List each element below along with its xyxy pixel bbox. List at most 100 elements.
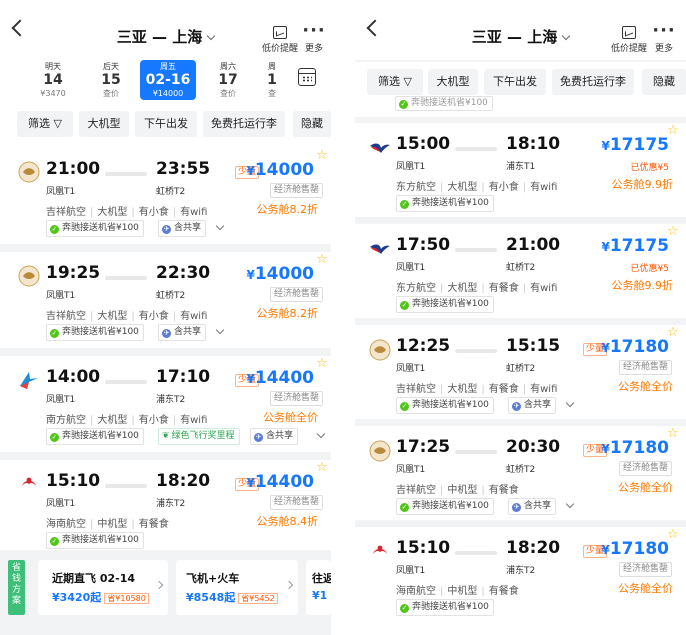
chevron-down-icon[interactable] <box>215 221 225 231</box>
discount-label: 公务舱9.9折 <box>611 178 674 191</box>
share-tag[interactable]: ✈ 含共享 <box>508 498 557 515</box>
more-button[interactable]: ··· 更多 <box>302 20 326 55</box>
chevron-right-icon <box>284 580 294 590</box>
departure-time: 12:25 <box>396 336 451 356</box>
price: ¥17180 <box>601 438 669 458</box>
share-tag[interactable]: ✈ 含共享 <box>158 324 207 341</box>
flight-line <box>105 276 147 280</box>
flight-meta: 东方航空 | 大机型 | 有餐食 | 有wifi <box>396 283 558 294</box>
date-cell[interactable]: 明天 14 ¥3470 <box>30 60 76 100</box>
flight-train-card[interactable]: 飞机+火车 ¥8548起 省¥5452 <box>176 560 298 615</box>
arrival-time: 22:30 <box>156 263 211 283</box>
trend-chart-icon <box>273 26 287 39</box>
transfer-tag[interactable]: ✓ 奔驰接送机省¥100 <box>46 220 144 237</box>
share-tag[interactable]: ✈ 含共享 <box>508 397 557 414</box>
check-icon: ✓ <box>400 604 409 613</box>
star-icon[interactable]: ☆ <box>667 124 679 137</box>
arrival-time: 20:30 <box>506 437 561 457</box>
share-icon: ✈ <box>512 402 521 411</box>
money-saving-section: 省钱方案 近期直飞 02-14 ¥3420起 省¥10580 飞机+火车 ¥854… <box>0 560 331 635</box>
chevron-down-icon[interactable] <box>565 499 575 509</box>
calendar-icon[interactable] <box>298 68 316 86</box>
more-dots-icon: ··· <box>302 20 326 41</box>
flight-card[interactable]: 19:25 22:30 凤凰T1 虹桥T2 ¥14000 ☆ 经济舱售罄 公务舱… <box>0 252 331 348</box>
transfer-tag[interactable]: ✓ 奔驰接送机省¥100 <box>46 324 144 341</box>
arrival-time: 15:15 <box>506 336 561 356</box>
price: ¥14400 <box>246 472 314 492</box>
filter-chip[interactable]: 隐藏 <box>293 111 331 137</box>
share-tag[interactable]: ✈ 含共享 <box>250 428 299 445</box>
arrival-airport: 虹桥T2 <box>506 364 536 374</box>
date-cell-selected[interactable]: 周五 02-16 ¥14000 <box>140 60 196 100</box>
chevron-down-icon <box>206 31 216 41</box>
cabin-status: 经济舱售罄 <box>270 391 324 406</box>
transfer-tag[interactable]: ✓ 奔驰接送机省¥100 <box>396 498 494 515</box>
share-icon: ✈ <box>162 329 171 338</box>
price-alert-button[interactable]: 低价提醒 <box>262 26 298 54</box>
filter-chip[interactable]: 下午出发 <box>484 69 546 95</box>
transfer-tag[interactable]: ✓ 奔驰接送机省¥100 <box>396 397 494 414</box>
share-tag[interactable]: ✈ 含共享 <box>158 220 207 237</box>
star-icon[interactable]: ☆ <box>667 225 679 238</box>
star-icon[interactable]: ☆ <box>667 326 679 339</box>
departure-airport: 凤凰T1 <box>396 364 426 374</box>
flight-card[interactable]: 15:10 18:20 凤凰T1 浦东T2 少量 ¥14400 ☆ 经济舱售罄 … <box>0 460 331 550</box>
cabin-status: 经济舱售罄 <box>270 287 324 302</box>
filter-chip[interactable]: 大机型 <box>428 69 478 95</box>
filter-chip[interactable]: 大机型 <box>79 111 129 137</box>
filter-chip[interactable]: 下午出发 <box>135 111 197 137</box>
flight-card[interactable]: 15:10 18:20 凤凰T1 浦东T2 少量 ¥17180 ☆ 经济舱售罄 … <box>355 527 686 635</box>
transfer-tag[interactable]: ✓ 奔驰接送机省¥100 <box>396 599 494 616</box>
arrival-airport: 虹桥T2 <box>156 291 186 301</box>
flight-line <box>105 484 147 488</box>
star-icon[interactable]: ☆ <box>667 427 679 440</box>
date-cell[interactable]: 周1查 <box>262 60 282 100</box>
date-cell[interactable]: 周六 17 查价 <box>205 60 251 100</box>
transfer-tag[interactable]: ✓ 奔驰接送机省¥100 <box>395 96 493 111</box>
chevron-down-icon[interactable] <box>215 325 225 335</box>
cabin-status: 经济舱售罄 <box>270 183 324 198</box>
more-button[interactable]: ··· 更多 <box>652 22 676 55</box>
check-icon: ✓ <box>400 402 409 411</box>
flight-line <box>455 248 497 252</box>
discount-label: 公务舱8.4折 <box>256 515 319 528</box>
price: ¥14000 <box>246 160 314 180</box>
flight-card[interactable]: 21:00 23:55 凤凰T1 虹桥T2 少量 ¥14000 ☆ 经济舱售罄 … <box>0 148 331 244</box>
green-mileage-tag[interactable]: ❦ 绿色飞行奖里程 <box>158 428 240 445</box>
flight-card[interactable]: 15:00 18:10 凤凰T1 浦东T1 ¥17175 ☆ 已优惠¥5 公务舱… <box>355 123 686 217</box>
chevron-down-icon[interactable] <box>316 429 326 439</box>
departure-time: 19:25 <box>46 263 101 283</box>
transfer-tag[interactable]: ✓ 奔驰接送机省¥100 <box>396 296 494 313</box>
price: ¥17180 <box>601 539 669 559</box>
arrival-time: 18:20 <box>156 471 211 491</box>
check-icon: ✓ <box>400 503 409 512</box>
arrival-time: 18:10 <box>506 134 561 154</box>
check-icon: ✓ <box>50 433 59 442</box>
star-icon[interactable]: ☆ <box>667 528 679 541</box>
star-icon[interactable]: ☆ <box>316 253 328 266</box>
star-icon[interactable]: ☆ <box>316 461 328 474</box>
star-icon[interactable]: ☆ <box>316 149 328 162</box>
left-screen: 三亚 — 上海 低价提醒 ··· 更多 明天 14 ¥3470 后天 15 查价 周五 02… <box>0 0 331 635</box>
transfer-tag[interactable]: ✓ 奔驰接送机省¥100 <box>46 428 144 445</box>
flight-card[interactable]: 14:00 17:10 凤凰T1 浦东T2 少量 ¥14400 ☆ 经济舱售罄 … <box>0 356 331 452</box>
transfer-tag[interactable]: ✓ 奔驰接送机省¥100 <box>396 195 494 212</box>
chevron-down-icon[interactable] <box>565 398 575 408</box>
nearby-direct-card[interactable]: 近期直飞 02-14 ¥3420起 省¥10580 <box>38 560 168 615</box>
arrival-time: 21:00 <box>506 235 561 255</box>
flight-card[interactable]: 12:25 15:15 凤凰T1 虹桥T2 少量 ¥17180 ☆ 经济舱售罄 … <box>355 325 686 419</box>
flight-card[interactable]: 17:25 20:30 凤凰T1 虹桥T2 少量 ¥17180 ☆ 经济舱售罄 … <box>355 426 686 520</box>
price-alert-button[interactable]: 低价提醒 <box>611 26 647 54</box>
filter-chip[interactable]: 筛选 ▽ <box>17 111 73 137</box>
filter-chip[interactable]: 隐藏 <box>642 69 686 95</box>
date-cell[interactable]: 后天 15 查价 <box>88 60 134 100</box>
filter-chip[interactable]: 筛选 ▽ <box>367 69 423 95</box>
flight-meta: 海南航空 | 中机型 | 有餐食 <box>46 519 169 530</box>
chevron-right-icon <box>154 580 164 590</box>
transfer-tag[interactable]: ✓ 奔驰接送机省¥100 <box>46 532 144 549</box>
filter-chip[interactable]: 免费托运行李 <box>203 111 285 137</box>
round-trip-card[interactable]: 往返 ¥1 <box>306 560 331 615</box>
star-icon[interactable]: ☆ <box>316 357 328 370</box>
flight-card[interactable]: 17:50 21:00 凤凰T1 虹桥T2 ¥17175 ☆ 已优惠¥5 公务舱… <box>355 224 686 318</box>
filter-chip[interactable]: 免费托运行李 <box>552 69 634 95</box>
